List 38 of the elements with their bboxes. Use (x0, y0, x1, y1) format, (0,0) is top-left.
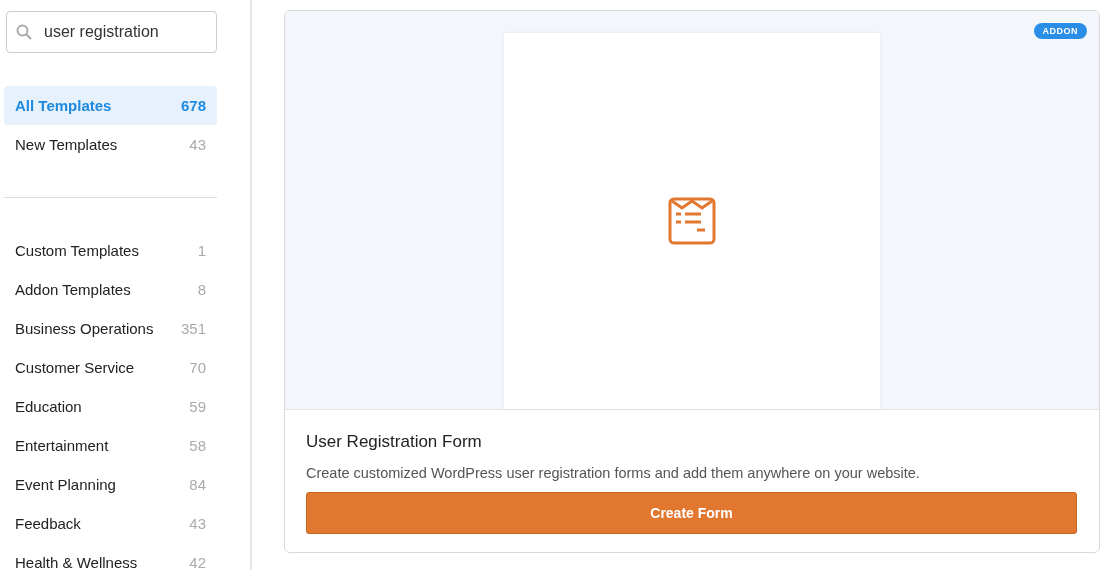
category-item[interactable]: Customer Service 70 (4, 348, 217, 387)
category-label: New Templates (15, 136, 118, 153)
category-item[interactable]: Education 59 (4, 387, 217, 426)
category-label: All Templates (15, 97, 112, 114)
category-label: Custom Templates (15, 242, 139, 259)
category-count: 42 (189, 554, 206, 570)
category-label: Entertainment (15, 437, 109, 454)
category-count: 43 (189, 515, 206, 532)
category-label: Education (15, 398, 82, 415)
category-item[interactable]: Custom Templates 1 (4, 231, 217, 270)
template-description: Create customized WordPress user registration forms and add them anywhere on your website. (306, 465, 921, 481)
category-count: 70 (189, 359, 206, 376)
category-count: 8 (197, 281, 206, 298)
category-count: 351 (180, 320, 206, 337)
category-count: 58 (189, 437, 206, 454)
addon-badge: ADDON (1033, 23, 1087, 39)
category-label: Event Planning (15, 476, 116, 493)
category-item[interactable]: Health & Wellness 42 (4, 543, 217, 570)
category-count: 59 (189, 398, 206, 415)
category-item[interactable]: New Templates 43 (4, 125, 217, 164)
category-label: Customer Service (15, 359, 135, 376)
category-count: 43 (189, 136, 206, 153)
category-label: Health & Wellness (15, 554, 138, 570)
category-item[interactable]: Business Operations 351 (4, 309, 217, 348)
category-label: Feedback (15, 515, 81, 532)
category-count: 678 (180, 97, 206, 114)
category-item[interactable]: Entertainment 58 (4, 426, 217, 465)
category-count: 84 (189, 476, 206, 493)
category-label: Business Operations (15, 320, 154, 337)
template-title: User Registration Form (306, 432, 483, 452)
form-icon (668, 197, 716, 245)
category-item[interactable]: Addon Templates 8 (4, 270, 217, 309)
search-icon (16, 24, 32, 40)
category-label: Addon Templates (15, 281, 131, 298)
category-item[interactable]: Feedback 43 (4, 504, 217, 543)
category-count: 1 (197, 242, 206, 259)
search-field[interactable]: user registration (6, 11, 217, 53)
category-item[interactable]: Event Planning 84 (4, 465, 217, 504)
